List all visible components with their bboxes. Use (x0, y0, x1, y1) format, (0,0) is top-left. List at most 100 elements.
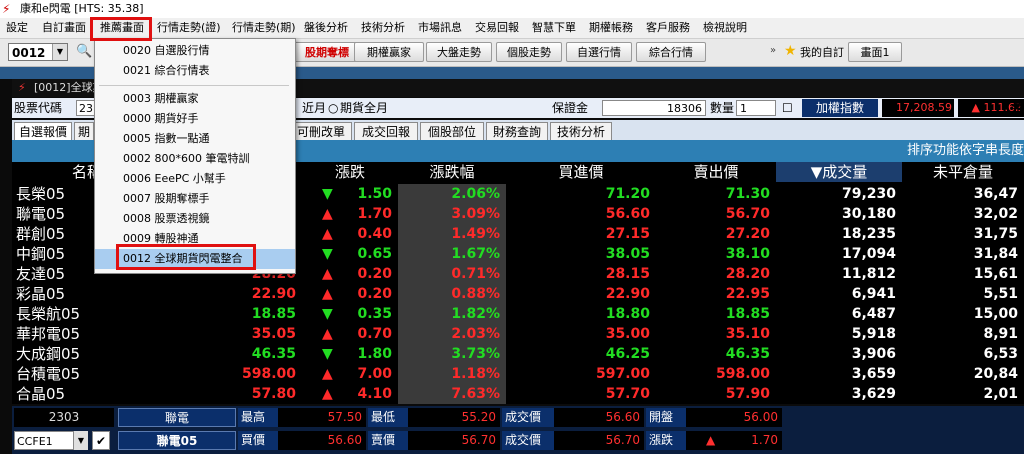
stock-code-label: 股票代碼 (14, 101, 63, 115)
stock-trend-button[interactable]: 個股走勢 (496, 42, 562, 62)
menu-settings[interactable]: 設定 (6, 18, 28, 38)
radio-icon[interactable]: ○ (328, 98, 338, 118)
menu-custom-screen[interactable]: 自訂畫面 (42, 18, 86, 38)
detail-futures-name: 聯電05 (118, 431, 236, 450)
menu-quote-stock[interactable]: 行情走勢(證) (157, 18, 221, 38)
cell-ask: 598.00 (715, 366, 770, 382)
menu-trade-report[interactable]: 交易回報 (475, 18, 519, 38)
menu-customer-service[interactable]: 客戶服務 (646, 18, 690, 38)
detail-buy: 56.60 (278, 431, 366, 450)
dd-item-0021[interactable]: 0021 綜合行情表 (95, 61, 295, 81)
qty-label: 數量 (710, 101, 735, 115)
app-title: 康和e閃電 [HTS: 35.38] (20, 2, 144, 15)
tab-finance[interactable]: 財務查詢 (486, 122, 548, 140)
futures-code-select[interactable]: CCFE1 (14, 431, 74, 450)
cell-ask: 18.85 (725, 306, 770, 322)
tab-technical[interactable]: 技術分析 (550, 122, 612, 140)
tab-trade-report[interactable]: 成交回報 (354, 122, 418, 140)
dd-item-0006[interactable]: 0006 EeePC 小幫手 (95, 169, 295, 189)
margin-value: 18306 (602, 100, 706, 116)
dd-item-0000[interactable]: 0000 期貨好手 (95, 109, 295, 129)
cell-vol: 6,941 (851, 286, 896, 302)
dd-item-0007[interactable]: 0007 股期奪標手 (95, 189, 295, 209)
menu-after-hours[interactable]: 盤後分析 (304, 18, 348, 38)
dd-item-0002[interactable]: 0002 800*600 筆電特訓 (95, 149, 295, 169)
down-arrow-icon: ▼ (322, 346, 333, 362)
tab-watchlist[interactable]: 自選報價 (14, 122, 72, 140)
cell-pct: 1.18% (398, 364, 506, 384)
cell-oi: 31,84 (973, 246, 1018, 262)
chevron-down-icon[interactable]: ▼ (74, 431, 88, 450)
down-arrow-icon: ▼ (322, 246, 333, 262)
up-arrow-icon: ▲ (706, 433, 716, 447)
dd-item-0020[interactable]: 0020 自選股行情 (95, 41, 295, 61)
detail-stock-code[interactable]: 2303 (14, 408, 114, 427)
symbol-combo[interactable]: 0012 ▼ (8, 43, 68, 61)
tab-futures[interactable]: 期 (74, 122, 94, 140)
col-header-ask[interactable]: 賣出價 (656, 162, 777, 182)
cell-name[interactable]: 合晶05 (12, 384, 162, 404)
col-header-change[interactable]: 漲跌 (302, 162, 399, 182)
cell-name[interactable]: 華邦電05 (12, 324, 162, 344)
star-icon: ★ (784, 43, 797, 59)
cell-name[interactable]: 台積電05 (12, 364, 162, 384)
checkbox-checked-icon[interactable]: ✔ (92, 431, 110, 450)
watchlist-quote-button[interactable]: 自選行情 (566, 42, 632, 62)
detail-chg-value: 1.70 (751, 433, 778, 447)
chevron-down-icon[interactable]: ▼ (52, 44, 67, 60)
cell-bid: 27.15 (605, 226, 650, 242)
detail-chg-label: 漲跌 (646, 431, 686, 450)
qty-input[interactable]: 1 (736, 100, 776, 116)
cell-ask: 22.95 (725, 286, 770, 302)
search-icon[interactable]: 🔍 (76, 44, 92, 60)
cell-oi: 20,84 (973, 366, 1018, 382)
cell-name[interactable]: 彩晶05 (12, 284, 162, 304)
sort-down-icon: ▼ (810, 163, 823, 181)
menu-help[interactable]: 檢視說明 (703, 18, 747, 38)
menu-technical[interactable]: 技術分析 (361, 18, 405, 38)
detail-panel: 2303 聯電 最高 57.50 最低 55.20 成交價 56.60 開盤 5… (12, 406, 1024, 454)
cell-pct: 3.09% (398, 204, 506, 224)
chevron-right-icon[interactable]: » (770, 45, 776, 56)
app-logo-icon: ⚡ (2, 2, 11, 16)
checkbox-icon[interactable]: ☐ (782, 98, 793, 118)
page-1-button[interactable]: 畫面1 (848, 42, 902, 62)
cell-ask: 57.90 (725, 386, 770, 402)
tab-modify-order[interactable]: 可刪改單 (290, 122, 352, 140)
dd-item-0005[interactable]: 0005 指數一點通 (95, 129, 295, 149)
cell-bid: 71.20 (605, 186, 650, 202)
cell-vol: 3,906 (851, 346, 896, 362)
detail-low: 55.20 (408, 408, 500, 427)
combined-quote-button[interactable]: 綜合行情 (636, 42, 706, 62)
down-arrow-icon: ▼ (322, 306, 333, 322)
cell-ask: 56.70 (725, 206, 770, 222)
col-header-open-interest[interactable]: 未平倉量 (902, 162, 1024, 182)
menu-quote-futures[interactable]: 行情走勢(期) (232, 18, 296, 38)
cell-pct: 1.67% (398, 244, 506, 264)
my-layout-label[interactable]: 我的自訂 (800, 44, 844, 60)
cell-name[interactable]: 大成鋼05 (12, 344, 162, 364)
cell-bid: 57.70 (605, 386, 650, 402)
menu-account[interactable]: 期權帳務 (589, 18, 633, 38)
up-arrow-icon: ▲ (322, 266, 333, 282)
dd-item-0008[interactable]: 0008 股票透視鏡 (95, 209, 295, 229)
cell-pct: 0.71% (398, 264, 506, 284)
options-winner-button[interactable]: 期權贏家 (354, 42, 424, 62)
cell-ask: 46.35 (725, 346, 770, 362)
near-month-label[interactable]: 近月 (302, 98, 326, 118)
dd-item-0003[interactable]: 0003 期權贏家 (95, 89, 295, 109)
menu-smart-order[interactable]: 智慧下單 (532, 18, 576, 38)
col-header-bid[interactable]: 買進價 (506, 162, 657, 182)
tab-positions[interactable]: 個股部位 (420, 122, 484, 140)
col-header-change-pct[interactable]: 漲跌幅 (398, 162, 507, 182)
menu-bar: 設定 自訂畫面 推薦畫面 行情走勢(證) 行情走勢(期) 盤後分析 技術分析 市… (0, 18, 1024, 39)
col-header-volume[interactable]: ▼成交量 (776, 162, 903, 182)
all-month-label[interactable]: 期貨全月 (340, 98, 388, 118)
cell-bid: 46.25 (605, 346, 650, 362)
cell-name[interactable]: 長榮航05 (12, 304, 162, 324)
cell-ask: 71.30 (725, 186, 770, 202)
menu-market-news[interactable]: 市場訊息 (418, 18, 462, 38)
market-trend-button[interactable]: 大盤走勢 (426, 42, 492, 62)
cell-oi: 8,91 (983, 326, 1018, 342)
cell-price: 57.80 (251, 386, 296, 402)
